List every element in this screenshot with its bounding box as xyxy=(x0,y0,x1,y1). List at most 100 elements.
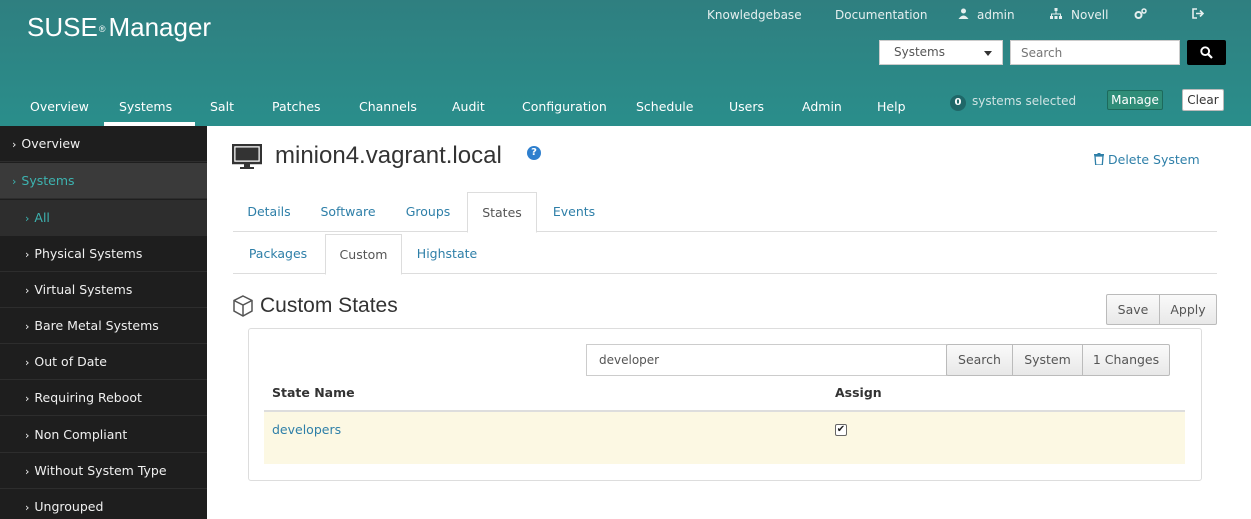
sidebar-item-ungrouped[interactable]: › Ungrouped xyxy=(0,489,207,519)
systems-selected-indicator: 0 systems selected xyxy=(950,94,1076,111)
delete-system-label: Delete System xyxy=(1108,152,1200,167)
chevron-down-icon xyxy=(984,51,992,56)
system-button[interactable]: System xyxy=(1013,345,1083,375)
page-title: minion4.vagrant.local xyxy=(275,142,502,169)
subtab-custom[interactable]: Custom xyxy=(325,234,402,275)
sidebar-item-label: Requiring Reboot xyxy=(34,390,142,405)
system-tabs: Details Software Groups States Events xyxy=(233,192,1217,233)
tab-states[interactable]: States xyxy=(467,192,537,233)
sidebar-item-label: Without System Type xyxy=(34,463,167,478)
chevron-right-icon: › xyxy=(25,320,30,333)
nav-audit[interactable]: Audit xyxy=(452,99,485,114)
sidebar-item-non-compliant[interactable]: › Non Compliant xyxy=(0,417,207,453)
sidebar-item-requiring-reboot[interactable]: › Requiring Reboot xyxy=(0,380,207,416)
chevron-right-icon: › xyxy=(12,175,17,188)
sidebar: › Overview › Systems › All › Physical System… xyxy=(0,126,207,519)
sidebar-item-label: Physical Systems xyxy=(34,246,143,261)
tab-details[interactable]: Details xyxy=(233,192,305,232)
chevron-right-icon: › xyxy=(25,284,30,297)
sidebar-item-label: Systems xyxy=(21,173,75,188)
chevron-right-icon: › xyxy=(25,429,30,442)
sidebar-item-without-system-type[interactable]: › Without System Type xyxy=(0,453,207,489)
sidebar-item-physical-systems[interactable]: › Physical Systems xyxy=(0,236,207,272)
sidebar-item-label: Non Compliant xyxy=(34,427,128,442)
logo-registered-mark: ® xyxy=(98,24,106,35)
assign-checkbox[interactable]: ✔ xyxy=(835,424,847,436)
table-row: developers ✔ xyxy=(264,412,1185,464)
nav-channels[interactable]: Channels xyxy=(359,99,417,114)
search-button[interactable]: Search xyxy=(947,345,1013,375)
organization-link[interactable]: Novell xyxy=(1071,8,1108,22)
nav-salt[interactable]: Salt xyxy=(210,99,234,114)
sidebar-item-all[interactable]: › All xyxy=(0,200,207,236)
sidebar-item-label: Out of Date xyxy=(34,354,107,369)
user-menu-link[interactable]: admin xyxy=(977,8,1015,22)
clear-selection-button[interactable]: Clear xyxy=(1182,89,1224,111)
sidebar-item-bare-metal-systems[interactable]: › Bare Metal Systems xyxy=(0,308,207,344)
delete-system-link[interactable]: Delete System xyxy=(1094,152,1200,167)
save-button[interactable]: Save xyxy=(1107,295,1160,324)
chevron-right-icon: › xyxy=(25,212,30,225)
documentation-link[interactable]: Documentation xyxy=(835,8,928,22)
chevron-right-icon: › xyxy=(12,138,17,151)
tab-groups[interactable]: Groups xyxy=(395,192,461,232)
column-header-state-name[interactable]: State Name xyxy=(272,385,355,400)
search-filter-button-group: Search System 1 Changes xyxy=(946,344,1170,376)
changes-button[interactable]: 1 Changes xyxy=(1083,345,1169,375)
manage-ssm-button[interactable]: Manage xyxy=(1107,90,1163,110)
chevron-right-icon: › xyxy=(25,248,30,261)
column-header-assign[interactable]: Assign xyxy=(835,385,882,400)
desktop-monitor-icon xyxy=(232,144,262,169)
trash-icon xyxy=(1094,153,1104,166)
nav-configuration[interactable]: Configuration xyxy=(522,99,607,114)
chevron-right-icon: › xyxy=(25,356,30,369)
logo-text: SUSE xyxy=(27,12,98,42)
nav-help[interactable]: Help xyxy=(877,99,906,114)
organization-icon xyxy=(1050,8,1062,22)
sidebar-item-label: Overview xyxy=(21,136,81,151)
tab-software[interactable]: Software xyxy=(311,192,385,232)
help-question-icon[interactable]: ? xyxy=(527,146,541,160)
global-search-input[interactable] xyxy=(1010,40,1180,65)
selected-text: systems selected xyxy=(972,94,1077,108)
sidebar-item-label: Ungrouped xyxy=(34,499,104,514)
search-scope-value: Systems xyxy=(894,45,945,59)
subtab-highstate[interactable]: Highstate xyxy=(409,234,485,274)
nav-patches[interactable]: Patches xyxy=(272,99,321,114)
nav-admin[interactable]: Admin xyxy=(802,99,842,114)
tab-events[interactable]: Events xyxy=(545,192,603,232)
knowledgebase-link[interactable]: Knowledgebase xyxy=(707,8,802,22)
sidebar-item-label: Bare Metal Systems xyxy=(34,318,159,333)
suse-manager-logo[interactable]: SUSE® Manager xyxy=(27,12,211,43)
sign-out-icon[interactable] xyxy=(1192,8,1205,22)
chevron-right-icon: › xyxy=(25,501,30,514)
sidebar-item-systems[interactable]: › Systems xyxy=(0,163,207,199)
search-scope-select[interactable]: Systems xyxy=(879,40,1003,65)
subtab-packages[interactable]: Packages xyxy=(233,234,323,274)
top-header: SUSE® Manager Knowledgebase Documentation… xyxy=(0,0,1251,126)
package-cube-icon xyxy=(233,295,253,317)
section-title: Custom States xyxy=(260,294,398,317)
nav-schedule[interactable]: Schedule xyxy=(636,99,693,114)
sidebar-item-label: All xyxy=(34,210,50,225)
state-search-input[interactable] xyxy=(586,344,947,376)
chevron-right-icon: › xyxy=(25,465,30,478)
sidebar-item-label: Virtual Systems xyxy=(34,282,133,297)
chevron-right-icon: › xyxy=(25,392,30,405)
sidebar-item-virtual-systems[interactable]: › Virtual Systems xyxy=(0,272,207,308)
state-name-link[interactable]: developers xyxy=(272,422,341,437)
sidebar-item-out-of-date[interactable]: › Out of Date xyxy=(0,344,207,380)
states-subtabs: Packages Custom Highstate xyxy=(233,234,1217,275)
global-search-button[interactable] xyxy=(1187,40,1226,65)
logo-suffix: Manager xyxy=(108,12,212,42)
selected-count-badge: 0 xyxy=(950,95,966,111)
user-icon xyxy=(958,8,969,22)
sidebar-item-overview[interactable]: › Overview xyxy=(0,126,207,162)
save-apply-button-group: Save Apply xyxy=(1106,294,1217,325)
nav-systems[interactable]: Systems xyxy=(119,99,172,114)
search-icon xyxy=(1200,46,1213,59)
nav-overview[interactable]: Overview xyxy=(30,99,89,114)
nav-users[interactable]: Users xyxy=(729,99,764,114)
preferences-gear-icon[interactable] xyxy=(1134,8,1147,23)
apply-button[interactable]: Apply xyxy=(1160,295,1216,324)
